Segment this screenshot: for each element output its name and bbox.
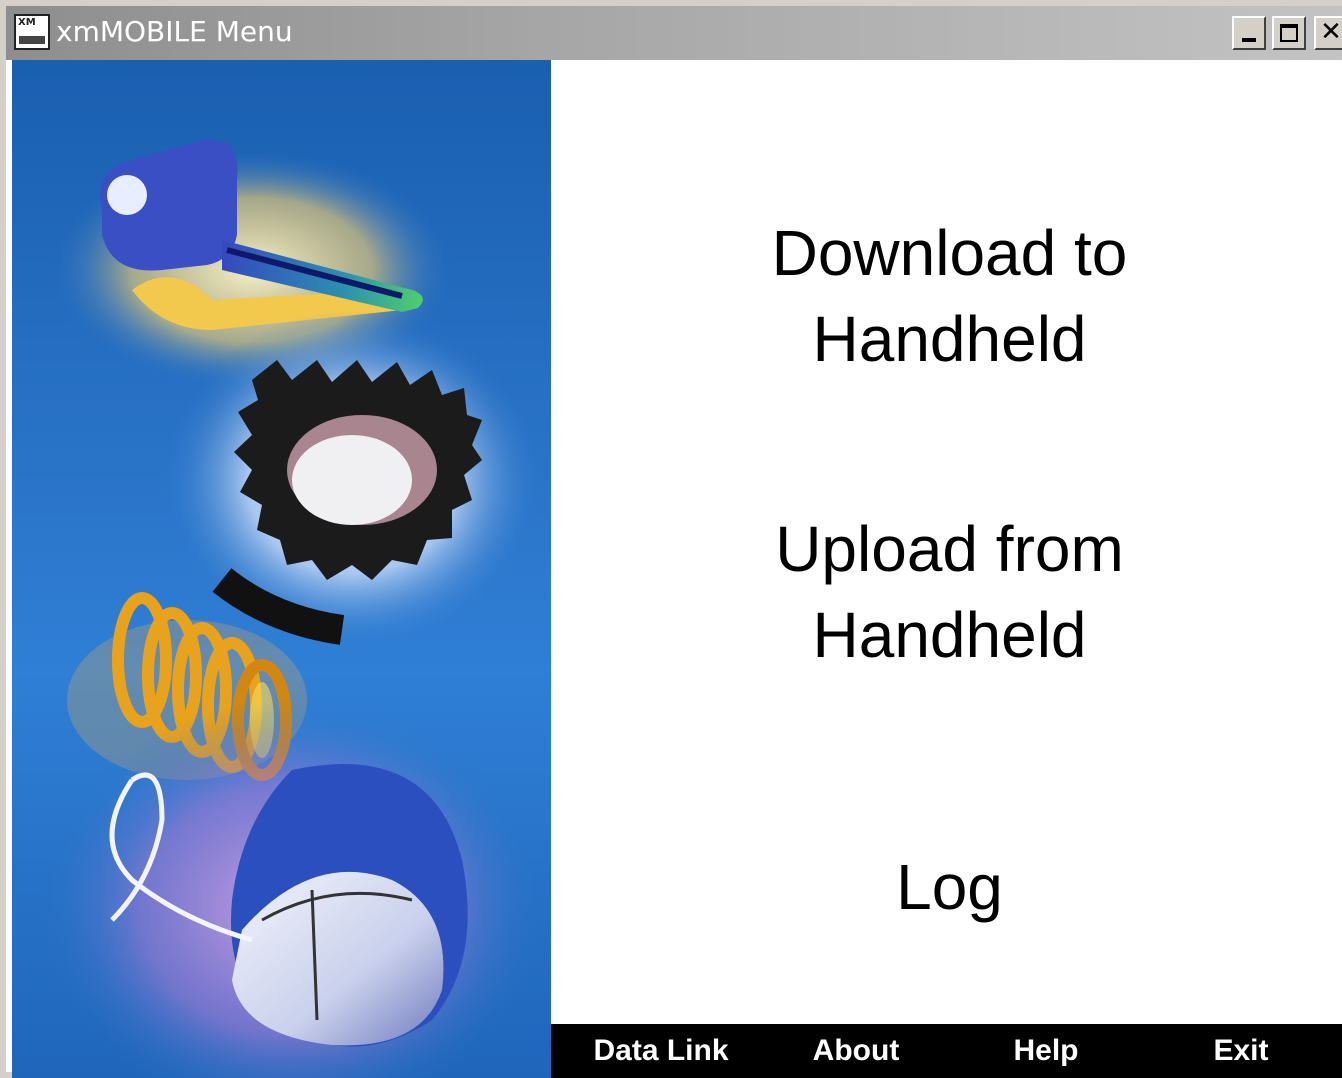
gear-icon	[162, 310, 542, 650]
menu-panel: Download to Handheld Upload from Handhel…	[551, 60, 1342, 1024]
app-icon-bar	[19, 36, 45, 44]
log-button[interactable]: Log	[551, 844, 1342, 930]
app-window: XM xmMOBILE Menu ✕ Download to Handheld …	[0, 0, 1342, 1078]
window-title: xmMOBILE Menu	[56, 15, 293, 48]
close-icon: ✕	[1320, 17, 1342, 47]
minimize-icon	[1242, 38, 1256, 42]
about-button[interactable]: About	[791, 1024, 921, 1078]
data-link-button[interactable]: Data Link	[581, 1024, 741, 1078]
artwork-illustration	[42, 139, 542, 1078]
maximize-button[interactable]	[1272, 16, 1306, 50]
artwork-panel	[12, 60, 551, 1078]
minimize-button[interactable]	[1232, 16, 1266, 50]
download-to-handheld-button[interactable]: Download to Handheld	[551, 210, 1342, 382]
title-bar[interactable]: XM xmMOBILE Menu ✕	[6, 6, 1342, 60]
maximize-icon	[1280, 24, 1298, 42]
app-icon-tag: XM	[18, 17, 36, 28]
upload-label-line1: Upload from	[775, 513, 1124, 585]
download-label-line2: Handheld	[812, 303, 1087, 375]
download-label-line1: Download to	[771, 217, 1128, 289]
log-label: Log	[896, 851, 1003, 923]
upload-from-handheld-button[interactable]: Upload from Handheld	[551, 506, 1342, 678]
help-button[interactable]: Help	[991, 1024, 1101, 1078]
upload-label-line2: Handheld	[812, 599, 1087, 671]
close-button[interactable]: ✕	[1314, 16, 1342, 50]
exit-button[interactable]: Exit	[1191, 1024, 1291, 1078]
bottom-nav-bar: Data Link About Help Exit	[551, 1024, 1342, 1078]
app-icon[interactable]: XM	[14, 14, 50, 50]
